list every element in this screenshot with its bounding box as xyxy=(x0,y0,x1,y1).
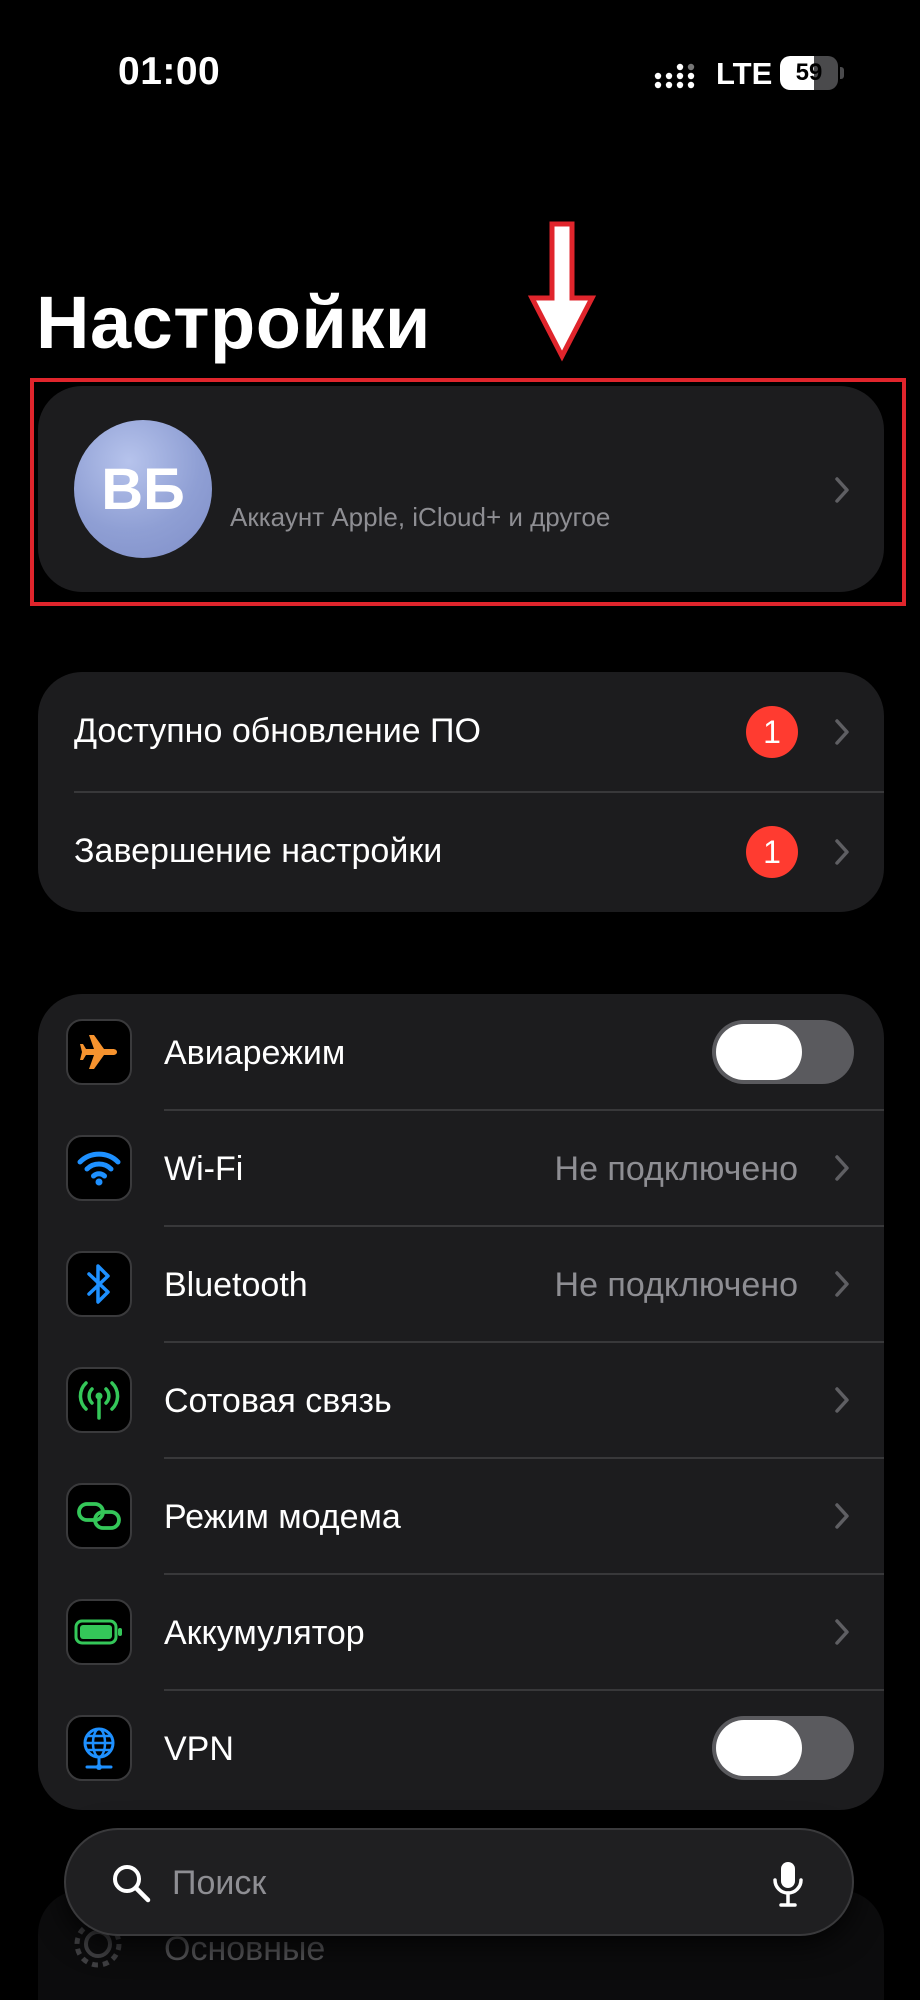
status-bar: 01:00 LTE 59 xyxy=(0,48,920,104)
search-icon xyxy=(113,1865,151,1903)
airplane-mode-toggle[interactable] xyxy=(712,1020,854,1084)
vpn-globe-icon xyxy=(66,1715,132,1781)
toggle-knob xyxy=(716,1720,802,1776)
wifi-status: Не подключено xyxy=(554,1150,798,1188)
status-time: 01:00 xyxy=(118,50,221,93)
alert-label: Доступно обновление ПО xyxy=(74,712,481,750)
battery-icon: 59 xyxy=(780,56,844,90)
cellular-icon xyxy=(66,1367,132,1433)
network-type: LTE xyxy=(716,56,773,91)
notification-badge: 1 xyxy=(746,826,798,878)
bluetooth-icon xyxy=(66,1251,132,1317)
setting-row-bluetooth[interactable]: Bluetooth Не подключено xyxy=(38,1226,884,1342)
setting-row-battery[interactable]: Аккумулятор xyxy=(38,1574,884,1690)
notification-badge: 1 xyxy=(746,706,798,758)
chevron-right-icon xyxy=(835,1387,849,1413)
alerts-card: Доступно обновление ПО 1 Завершение наст… xyxy=(38,672,884,912)
chevron-right-icon xyxy=(835,1155,849,1181)
finish-setup-row[interactable]: Завершение настройки 1 xyxy=(38,792,884,912)
setting-label: Сотовая связь xyxy=(164,1382,392,1420)
setting-row-cellular[interactable]: Сотовая связь xyxy=(38,1342,884,1458)
chevron-right-icon xyxy=(835,719,849,745)
search-input[interactable] xyxy=(172,1856,732,1910)
setting-label: Wi-Fi xyxy=(164,1150,244,1188)
battery-level: 59 xyxy=(795,59,823,86)
setting-label: Аккумулятор xyxy=(164,1614,365,1652)
bluetooth-status: Не подключено xyxy=(554,1266,798,1304)
annotation-highlight-box xyxy=(30,378,906,606)
battery-icon xyxy=(66,1599,132,1665)
chevron-right-icon xyxy=(835,1619,849,1645)
settings-screen: 01:00 LTE 59 Настройки ВБ Аккаунт Apple,… xyxy=(0,0,920,2000)
toggle-knob xyxy=(716,1024,802,1080)
setting-label: VPN xyxy=(164,1730,234,1768)
annotation-down-arrow-icon xyxy=(527,221,597,362)
setting-row-wifi[interactable]: Wi-Fi Не подключено xyxy=(38,1110,884,1226)
setting-row-hotspot[interactable]: Режим модема xyxy=(38,1458,884,1574)
search-bar[interactable] xyxy=(64,1828,854,1936)
hotspot-icon xyxy=(66,1483,132,1549)
software-update-row[interactable]: Доступно обновление ПО 1 xyxy=(38,672,884,792)
chevron-right-icon xyxy=(835,839,849,865)
airplane-icon xyxy=(66,1019,132,1085)
wifi-icon xyxy=(66,1135,132,1201)
chevron-right-icon xyxy=(835,1271,849,1297)
alert-label: Завершение настройки xyxy=(74,832,443,870)
vpn-toggle[interactable] xyxy=(712,1716,854,1780)
microphone-icon[interactable] xyxy=(772,1860,804,1908)
setting-label: Режим модема xyxy=(164,1498,401,1536)
setting-row-airplane: Авиарежим xyxy=(38,994,884,1110)
signal-icon xyxy=(654,63,695,89)
chevron-right-icon xyxy=(835,1503,849,1529)
setting-label: Bluetooth xyxy=(164,1266,308,1304)
setting-row-vpn: VPN xyxy=(38,1690,884,1806)
page-title: Настройки xyxy=(36,281,431,364)
setting-label: Авиарежим xyxy=(164,1034,346,1072)
connectivity-card: Авиарежим Wi-Fi Не подключено Bluetooth … xyxy=(38,994,884,1810)
